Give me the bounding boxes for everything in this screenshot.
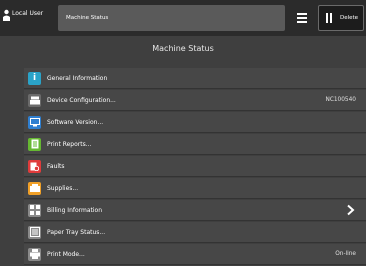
list-item-supplies[interactable]: Supplies... <box>24 178 366 199</box>
list-item-label: Print Mode... <box>47 250 85 258</box>
software-icon <box>28 115 41 129</box>
user-icon <box>3 9 10 21</box>
list-item-device-configuration[interactable]: Device Configuration... NC100540 <box>24 90 366 111</box>
info-icon: i <box>28 71 41 85</box>
delete-button[interactable]: Delete <box>318 5 364 31</box>
local-user-button[interactable]: Local User <box>3 4 55 32</box>
menu-icon-line <box>297 21 307 23</box>
menu-button[interactable] <box>290 6 314 30</box>
device-icon <box>28 93 41 107</box>
delete-label: Delete <box>340 15 359 21</box>
list-item-billing-information[interactable]: Billing Information <box>24 200 366 221</box>
list-item-print-reports[interactable]: Print Reports... <box>24 134 366 155</box>
supplies-icon <box>28 181 41 195</box>
list-item-label: Paper Tray Status... <box>47 228 106 236</box>
pause-icon <box>326 13 332 23</box>
list-item-paper-tray-status[interactable]: Paper Tray Status... <box>24 222 366 243</box>
list-item-label: Print Reports... <box>47 140 92 148</box>
page-title: Machine Status <box>152 44 214 53</box>
device-id-value: NC100540 <box>325 97 356 103</box>
billing-icon <box>28 203 41 217</box>
paper-tray-icon <box>28 225 41 239</box>
chevron-right-icon <box>347 204 355 216</box>
breadcrumb: Machine Status <box>58 5 285 31</box>
report-icon <box>28 137 41 151</box>
fault-icon <box>28 159 41 173</box>
list-item-print-mode[interactable]: Print Mode... On-line <box>24 244 366 265</box>
status-list: i General Information Device Configurati… <box>24 68 366 266</box>
list-item-general-information[interactable]: i General Information <box>24 68 366 89</box>
print-mode-icon <box>28 247 41 261</box>
list-item-label: Software Version... <box>47 118 104 126</box>
top-bar: Local User Machine Status Delete <box>0 0 366 36</box>
print-mode-value: On-line <box>335 251 356 257</box>
menu-icon-line <box>297 13 307 15</box>
list-item-label: Billing Information <box>47 206 103 214</box>
list-item-faults[interactable]: Faults <box>24 156 366 177</box>
list-item-label: General Information <box>47 74 108 82</box>
list-item-label: Device Configuration... <box>47 96 116 104</box>
menu-icon-line <box>297 17 307 19</box>
list-item-software-version[interactable]: Software Version... <box>24 112 366 133</box>
user-label: Local User <box>12 10 44 17</box>
list-item-label: Faults <box>47 162 65 170</box>
list-item-label: Supplies... <box>47 184 79 192</box>
